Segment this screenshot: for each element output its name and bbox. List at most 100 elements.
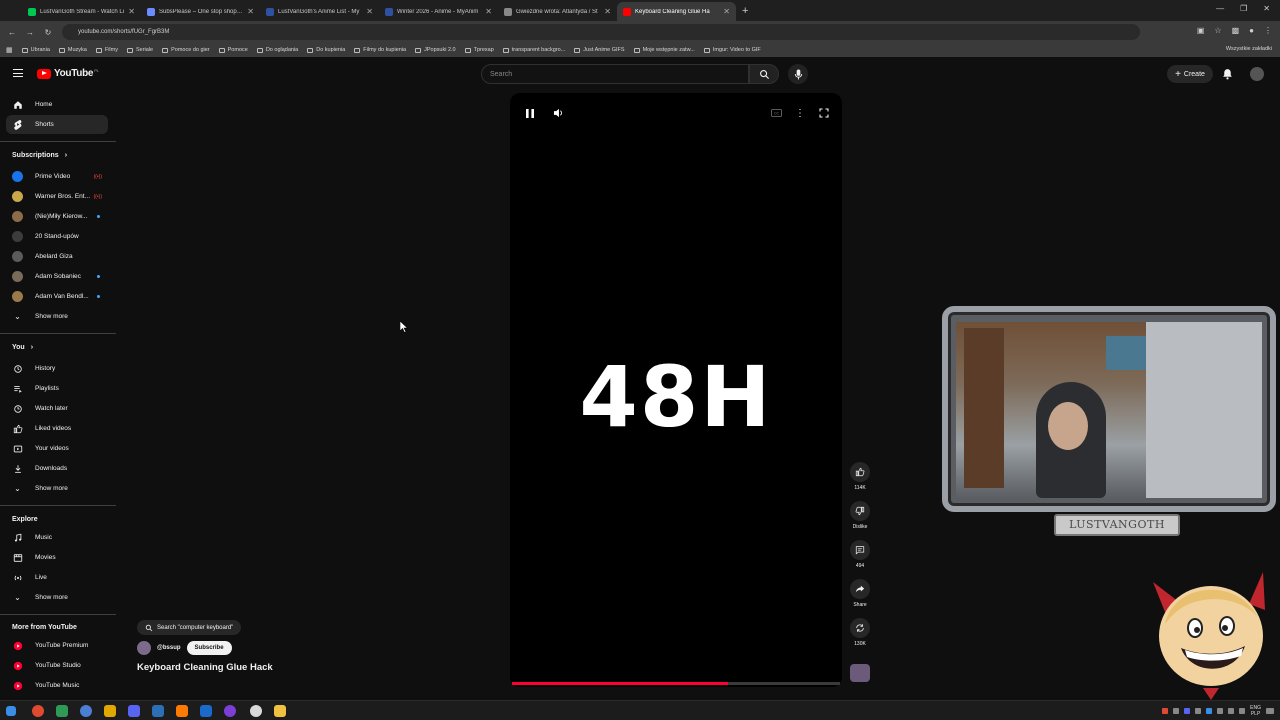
share-button[interactable]: Share bbox=[845, 579, 875, 608]
tab-close-icon[interactable]: ✕ bbox=[485, 7, 492, 16]
bookmark-item[interactable]: Tprexap bbox=[464, 47, 494, 53]
apps-grid-icon[interactable]: ▦ bbox=[6, 46, 13, 54]
app-yellow-icon[interactable] bbox=[104, 705, 116, 717]
restore-icon[interactable]: ❐ bbox=[1240, 4, 1247, 13]
profile-icon[interactable]: ● bbox=[1249, 26, 1254, 35]
search-input[interactable]: Search bbox=[481, 64, 749, 84]
tab-close-icon[interactable]: ✕ bbox=[723, 7, 730, 16]
sidebar-item-history[interactable]: History bbox=[6, 359, 108, 378]
like-button[interactable]: 114K bbox=[845, 462, 875, 491]
close-window-icon[interactable]: ✕ bbox=[1263, 4, 1270, 13]
browser-tab[interactable]: SubsPlease – One stop shop fo ✕ bbox=[141, 2, 260, 21]
fullscreen-button[interactable] bbox=[816, 105, 832, 121]
tray-app-icon[interactable] bbox=[1217, 708, 1224, 714]
voice-search-button[interactable] bbox=[788, 64, 808, 84]
reload-icon[interactable]: ↻ bbox=[42, 28, 54, 37]
forward-icon[interactable]: → bbox=[24, 28, 36, 37]
show-more-subscriptions-button[interactable]: ⌄ Show more bbox=[6, 307, 108, 326]
related-search-chip[interactable]: Search "computer keyboard" bbox=[137, 620, 242, 635]
tray-app-icon[interactable] bbox=[1162, 708, 1169, 714]
browser-tab[interactable]: Keyboard Cleaning Glue Ha ✕ bbox=[617, 2, 736, 21]
vlc-icon[interactable] bbox=[176, 705, 188, 717]
sidebar-item-shorts[interactable]: Shorts bbox=[6, 115, 108, 134]
sidebar-item-music[interactable]: Music bbox=[6, 528, 108, 547]
new-tab-icon[interactable]: + bbox=[742, 5, 748, 17]
network-icon[interactable] bbox=[1228, 708, 1235, 714]
sidebar-item-home[interactable]: Home bbox=[6, 95, 108, 114]
account-avatar[interactable] bbox=[1250, 67, 1264, 81]
sidebar-item-watch-later[interactable]: Watch later bbox=[6, 399, 108, 418]
bookmark-item[interactable]: Pomoce bbox=[218, 47, 248, 53]
sidebar-item-downloads[interactable]: Downloads bbox=[6, 459, 108, 478]
bookmark-item[interactable]: Ubrania bbox=[21, 47, 50, 53]
youtube-logo[interactable]: YouTube PL bbox=[37, 68, 99, 79]
bookmark-item[interactable]: Imgur: Video to GIF bbox=[703, 47, 761, 53]
bookmark-item[interactable]: Filmy bbox=[95, 47, 118, 53]
browser-tab[interactable]: LustVanGoth's Anime List - My ✕ bbox=[260, 2, 379, 21]
extensions-icon[interactable]: ▩ bbox=[1232, 26, 1240, 35]
bookmark-item[interactable]: Muzyka bbox=[58, 47, 87, 53]
tray-app-icon[interactable] bbox=[1195, 708, 1202, 714]
all-bookmarks[interactable]: Wszystkie zakładki bbox=[1226, 46, 1272, 52]
cast-icon[interactable]: ▣ bbox=[1197, 26, 1205, 35]
chrome-icon[interactable] bbox=[32, 705, 44, 717]
show-more-explore-button[interactable]: ⌄ Show more bbox=[6, 588, 108, 607]
minimize-icon[interactable]: — bbox=[1216, 4, 1224, 13]
app-purple-icon[interactable] bbox=[224, 705, 236, 717]
you-heading[interactable]: You › bbox=[12, 344, 33, 351]
file-explorer-icon[interactable] bbox=[274, 705, 286, 717]
sidebar-item-youtube-music[interactable]: YouTube Music bbox=[6, 676, 108, 695]
sidebar-item-subscription[interactable]: Warner Bros. Ent... ((•)) bbox=[6, 187, 108, 206]
create-button[interactable]: + Create bbox=[1167, 65, 1213, 83]
bookmark-item[interactable]: Do kupienia bbox=[307, 47, 345, 53]
show-more-you-button[interactable]: ⌄ Show more bbox=[6, 479, 108, 498]
back-icon[interactable]: ← bbox=[6, 28, 18, 37]
sidebar-item-youtube-premium[interactable]: YouTube Premium bbox=[6, 636, 108, 655]
bookmark-item[interactable]: Just Anime GIFS bbox=[574, 47, 625, 53]
speaker-icon[interactable] bbox=[1239, 708, 1246, 714]
bookmark-item[interactable]: Do oglądania bbox=[256, 47, 298, 53]
tab-close-icon[interactable]: ✕ bbox=[604, 7, 611, 16]
comments-button[interactable]: 494 bbox=[845, 540, 875, 569]
sidebar-item-your-videos[interactable]: Your videos bbox=[6, 439, 108, 458]
bookmark-item[interactable]: JPopsuki 2.0 bbox=[415, 47, 456, 53]
sidebar-item-movies[interactable]: Movies bbox=[6, 548, 108, 567]
url-input[interactable]: youtube.com/shorts/fUGr_FgrB3M bbox=[62, 24, 1140, 40]
discord-icon[interactable] bbox=[128, 705, 140, 717]
obs-icon[interactable] bbox=[250, 705, 262, 717]
video-progress-bar[interactable] bbox=[512, 682, 840, 685]
dislike-button[interactable]: Dislike bbox=[845, 501, 875, 530]
notifications-bell-icon[interactable] bbox=[1221, 67, 1234, 86]
tab-close-icon[interactable]: ✕ bbox=[247, 7, 254, 16]
app-blue-icon[interactable] bbox=[80, 705, 92, 717]
browser-tab[interactable]: Gwiezdne wrota: Atlantyda / St ✕ bbox=[498, 2, 617, 21]
volume-button[interactable] bbox=[550, 105, 566, 121]
sidebar-item-subscription[interactable]: 20 Stand-upów bbox=[6, 227, 108, 246]
language-indicator[interactable]: ENG PLP bbox=[1250, 705, 1261, 717]
sidebar-item-subscription[interactable]: Adam Van Bendl... bbox=[6, 287, 108, 306]
browser-tab[interactable]: LustVanGoth Stream - Watch Li ✕ bbox=[22, 2, 141, 21]
tab-close-icon[interactable]: ✕ bbox=[128, 7, 135, 16]
channel-handle[interactable]: @bssup bbox=[157, 645, 181, 651]
short-title[interactable]: Keyboard Cleaning Glue Hack bbox=[137, 662, 273, 673]
more-options-button[interactable]: ⋮ bbox=[792, 105, 808, 121]
subscribe-button[interactable]: Subscribe bbox=[186, 641, 232, 655]
tray-app-icon[interactable] bbox=[1184, 708, 1191, 714]
sidebar-item-subscription[interactable]: (Nie)Miły Kierow... bbox=[6, 207, 108, 226]
subscriptions-heading[interactable]: Subscriptions › bbox=[12, 152, 67, 159]
bookmark-item[interactable]: Moje wstępnie zatw... bbox=[633, 47, 695, 53]
bookmark-item[interactable]: Seriale bbox=[126, 47, 153, 53]
sidebar-item-liked-videos[interactable]: Liked videos bbox=[6, 419, 108, 438]
app-window-icon[interactable] bbox=[152, 705, 164, 717]
browser-tab[interactable]: Winter 2026 - Anime - MyAnim ✕ bbox=[379, 2, 498, 21]
bookmark-star-icon[interactable]: ☆ bbox=[1214, 26, 1221, 35]
bookmark-item[interactable]: Pomoce do gier bbox=[162, 47, 210, 53]
notifications-tray-icon[interactable] bbox=[1266, 708, 1274, 714]
captions-button[interactable]: CC bbox=[768, 105, 784, 121]
sidebar-item-subscription[interactable]: Adam Sobaniec bbox=[6, 267, 108, 286]
channel-avatar[interactable] bbox=[137, 641, 151, 655]
app-green-icon[interactable] bbox=[56, 705, 68, 717]
sidebar-item-youtube-studio[interactable]: YouTube Studio bbox=[6, 656, 108, 675]
search-button[interactable] bbox=[749, 64, 779, 84]
bookmark-item[interactable]: Filmy do kupienia bbox=[354, 47, 406, 53]
